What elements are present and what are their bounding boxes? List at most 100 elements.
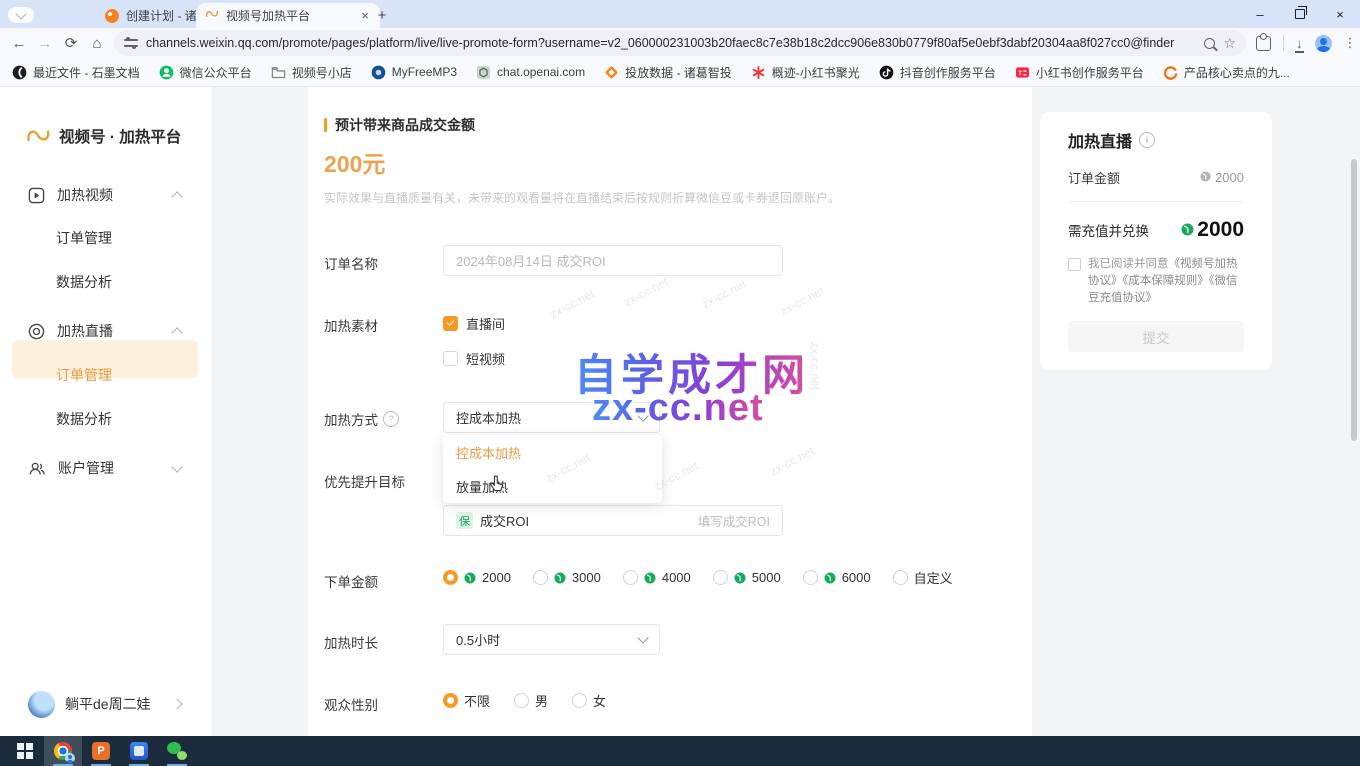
radio-icon[interactable] <box>893 570 908 585</box>
browser-tab-active[interactable]: 视频号加热平台 × <box>196 3 380 28</box>
juguang-star-icon <box>751 65 766 80</box>
home-button[interactable]: ⌂ <box>84 35 110 52</box>
budget-option-6000[interactable]: 6000 <box>803 570 871 585</box>
forward-button[interactable]: → <box>32 35 58 52</box>
checkbox-unchecked-icon[interactable] <box>443 351 458 366</box>
budget-option-3000[interactable]: 3000 <box>533 570 601 585</box>
chevron-down-icon <box>637 632 648 643</box>
order-name-label: 订单名称 <box>324 253 378 273</box>
submit-button[interactable]: 提交 <box>1068 321 1244 352</box>
roi-placeholder: 填写成交ROI <box>698 511 770 530</box>
bookmark-shimo[interactable]: 最近文件 - 石墨文档 <box>12 64 140 81</box>
bookmark-product-points[interactable]: 产品核心卖点的九... <box>1163 64 1290 81</box>
taskbar-app-blue[interactable] <box>120 736 158 766</box>
bookmark-juguang[interactable]: 概迹-小红书聚光 <box>751 64 860 81</box>
taskbar-app-orange[interactable]: P <box>82 736 120 766</box>
info-icon[interactable]: i <box>1139 132 1155 148</box>
chevron-up-icon <box>171 191 182 202</box>
mode-dropdown: 控成本加热 放量加热 <box>443 435 662 503</box>
mode-select[interactable]: 控成本加热 <box>443 402 660 433</box>
priority-label: 优先提升目标 <box>324 471 405 491</box>
agreement-checkbox[interactable] <box>1068 258 1081 271</box>
bean-icon <box>824 572 836 584</box>
user-name: 躺平de周二娃 <box>65 694 151 714</box>
link-cost-rules[interactable]: 《成本保障规则》 <box>1123 275 1209 287</box>
material-option-short-video[interactable]: 短视频 <box>443 349 505 368</box>
material-option-live[interactable]: 直播间 <box>443 314 505 333</box>
chevron-down-icon <box>15 8 26 19</box>
radio-icon[interactable] <box>623 570 638 585</box>
sidebar-item-video-orders[interactable]: 订单管理 <box>0 220 211 256</box>
extensions-icon[interactable] <box>1256 36 1271 51</box>
sidebar-group-heat-video[interactable]: 加热视频 <box>0 177 211 213</box>
minimize-button[interactable]: – <box>1240 0 1280 28</box>
sidebar-item-live-analytics[interactable]: 数据分析 <box>0 401 211 437</box>
chevron-right-icon <box>171 698 182 709</box>
budget-option-2000[interactable]: 2000 <box>443 570 511 585</box>
openai-icon <box>476 65 491 80</box>
bookmark-xiaohongshu[interactable]: 小红书创作服务平台 <box>1015 64 1144 81</box>
url-bar[interactable]: channels.weixin.qq.com/promote/pages/pla… <box>114 30 1246 56</box>
reload-button[interactable]: ⟳ <box>58 34 84 52</box>
radio-icon[interactable] <box>514 693 529 708</box>
radio-icon[interactable] <box>533 570 548 585</box>
budget-option-custom[interactable]: 自定义 <box>893 568 953 587</box>
bookmark-wechat-mp[interactable]: 微信公众平台 <box>159 64 252 81</box>
order-amount-row: 订单金额 2000 <box>1068 168 1244 187</box>
bookmark-zhuge-data[interactable]: 投放数据 - 诸葛智投 <box>604 64 732 81</box>
checkbox-checked-icon[interactable] <box>443 316 458 331</box>
zoom-icon[interactable] <box>1204 38 1215 49</box>
budget-option-4000[interactable]: 4000 <box>623 570 691 585</box>
profile-avatar[interactable] <box>1315 35 1332 52</box>
summary-title: 加热直播 i <box>1068 128 1244 152</box>
sidebar-user[interactable]: 躺平de周二娃 <box>0 684 211 724</box>
window-controls: – × <box>1240 0 1360 28</box>
taskbar-wechat[interactable] <box>158 736 196 766</box>
duration-select[interactable]: 0.5小时 <box>443 624 660 655</box>
budget-option-5000[interactable]: 5000 <box>713 570 781 585</box>
order-name-input[interactable]: 2024年08月14日 成交ROI <box>443 245 783 276</box>
bookmark-douyin[interactable]: 抖音创作服务平台 <box>879 64 996 81</box>
tab-search-button[interactable] <box>8 7 34 23</box>
radio-selected-icon[interactable] <box>443 693 458 708</box>
sidebar-item-video-analytics[interactable]: 数据分析 <box>0 264 211 300</box>
site-settings-icon[interactable] <box>124 37 138 49</box>
target-icon <box>28 323 45 340</box>
bookmark-channels-shop[interactable]: 视频号小店 <box>271 64 352 81</box>
downloads-icon[interactable]: ↓ <box>1296 37 1303 50</box>
radio-icon[interactable] <box>713 570 728 585</box>
sidebar-item-live-orders-active[interactable]: 订单管理 <box>0 357 211 393</box>
tab-close-icon[interactable]: × <box>359 8 371 23</box>
bean-icon <box>1181 218 1194 242</box>
gender-option-male[interactable]: 男 <box>514 691 548 710</box>
platform-logo: 视频号 · 加热平台 <box>26 125 181 147</box>
chrome-icon <box>54 742 72 760</box>
restore-button[interactable] <box>1280 0 1320 28</box>
budget-options: 2000 3000 4000 5000 <box>443 568 953 587</box>
back-button[interactable]: ← <box>6 35 32 52</box>
gender-option-female[interactable]: 女 <box>572 691 606 710</box>
close-button[interactable]: × <box>1320 0 1360 28</box>
roi-input[interactable]: 保 成交ROI 填写成交ROI <box>443 505 783 536</box>
divider <box>1068 201 1244 202</box>
radio-selected-icon[interactable] <box>443 570 458 585</box>
bookmark-star-icon[interactable]: ☆ <box>1223 35 1236 52</box>
gender-option-any[interactable]: 不限 <box>443 691 490 710</box>
help-icon[interactable]: ? <box>383 411 399 427</box>
dropdown-option-cost-control[interactable]: 控成本加热 <box>443 435 662 469</box>
xiaohongshu-icon <box>1015 65 1030 80</box>
radio-icon[interactable] <box>803 570 818 585</box>
bookmark-myfreemp3[interactable]: MyFreeMP3 <box>371 65 457 80</box>
estimated-amount: 200元 <box>324 145 385 179</box>
menu-kebab-icon[interactable]: ⋮ <box>1344 35 1357 51</box>
avatar <box>28 691 55 718</box>
taskbar-chrome[interactable] <box>44 736 82 766</box>
new-tab-button[interactable]: + <box>372 5 392 25</box>
bookmark-openai[interactable]: chat.openai.com <box>476 65 585 80</box>
dropdown-option-volume[interactable]: 放量加热 <box>443 469 662 503</box>
scrollbar-thumb[interactable] <box>1351 159 1357 441</box>
radio-icon[interactable] <box>572 693 587 708</box>
start-button[interactable] <box>6 736 44 766</box>
sidebar-group-account[interactable]: 账户管理 <box>0 450 211 486</box>
bean-icon <box>464 572 476 584</box>
